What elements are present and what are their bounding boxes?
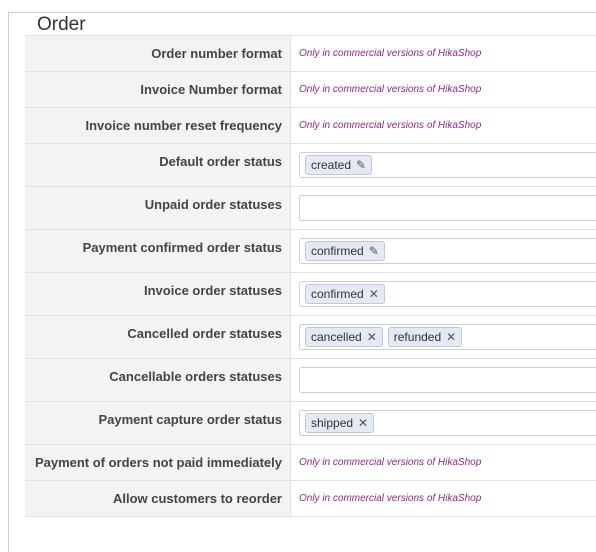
- setting-label: Payment capture order status: [25, 402, 291, 444]
- setting-value: Only in commercial versions of HikaShop: [291, 36, 596, 71]
- setting-value: confirmed ✕: [291, 273, 596, 315]
- settings-row: Payment confirmed order status confirmed ✎: [25, 230, 596, 273]
- settings-row: Payment capture order status shipped ✕: [25, 402, 596, 445]
- status-tag[interactable]: confirmed ✕: [305, 284, 385, 304]
- status-tag-label: shipped: [311, 416, 354, 430]
- setting-value: created ✎: [291, 144, 596, 186]
- setting-value: cancelled ✕ refunded ✕: [291, 316, 596, 358]
- settings-row: Order number format Only in commercial ve…: [25, 36, 596, 72]
- settings-row: Invoice order statuses confirmed ✕: [25, 273, 596, 316]
- commercial-version-note: Only in commercial versions of HikaShop: [299, 493, 482, 504]
- status-tag[interactable]: created ✎: [305, 155, 373, 175]
- remove-icon[interactable]: ✕: [358, 417, 368, 429]
- commercial-version-note: Only in commercial versions of HikaShop: [299, 120, 482, 131]
- setting-value: Only in commercial versions of HikaShop: [291, 108, 596, 143]
- status-tag-label: confirmed: [311, 287, 364, 301]
- status-tag-label: refunded: [393, 330, 442, 344]
- remove-icon[interactable]: ✕: [369, 288, 379, 300]
- status-tag-label: confirmed: [311, 244, 364, 258]
- setting-value: [291, 359, 596, 401]
- order-settings-table: Order number format Only in commercial ve…: [25, 35, 596, 517]
- setting-value: Only in commercial versions of HikaShop: [291, 481, 596, 516]
- setting-label: Invoice Number format: [25, 72, 291, 107]
- settings-row: Cancellable orders statuses: [25, 359, 596, 402]
- status-select-input[interactable]: [299, 195, 596, 221]
- setting-label: Invoice order statuses: [25, 273, 291, 315]
- settings-row: Payment of orders not paid immediately On…: [25, 445, 596, 481]
- settings-row: Invoice Number format Only in commercial …: [25, 72, 596, 108]
- setting-label: Cancelled order statuses: [25, 316, 291, 358]
- setting-label: Order number format: [25, 36, 291, 71]
- setting-value: confirmed ✎: [291, 230, 596, 272]
- status-select-input[interactable]: cancelled ✕ refunded ✕: [299, 324, 596, 350]
- status-tag[interactable]: refunded ✕: [387, 327, 463, 347]
- setting-label: Payment confirmed order status: [25, 230, 291, 272]
- status-select-input[interactable]: [299, 367, 596, 393]
- setting-value: shipped ✕: [291, 402, 596, 444]
- setting-value: Only in commercial versions of HikaShop: [291, 445, 596, 480]
- settings-row: Allow customers to reorder Only in commer…: [25, 481, 596, 517]
- settings-row: Cancelled order statuses cancelled ✕ refund…: [25, 316, 596, 359]
- status-tag-label: cancelled: [311, 330, 362, 344]
- commercial-version-note: Only in commercial versions of HikaShop: [299, 84, 482, 95]
- setting-label: Invoice number reset frequency: [25, 108, 291, 143]
- status-select-input[interactable]: confirmed ✎: [299, 238, 596, 264]
- status-tag[interactable]: shipped ✕: [305, 413, 375, 433]
- status-select-input[interactable]: shipped ✕: [299, 410, 596, 436]
- section-title: Order: [33, 14, 90, 36]
- settings-row: Invoice number reset frequency Only in co…: [25, 108, 596, 144]
- setting-value: [291, 187, 596, 229]
- commercial-version-note: Only in commercial versions of HikaShop: [299, 457, 482, 468]
- setting-label: Payment of orders not paid immediately: [25, 445, 291, 480]
- status-select-input[interactable]: confirmed ✕: [299, 281, 596, 307]
- pencil-icon[interactable]: ✎: [369, 245, 379, 257]
- pencil-icon[interactable]: ✎: [356, 159, 366, 171]
- settings-row: Unpaid order statuses: [25, 187, 596, 230]
- status-tag-label: created: [311, 158, 352, 172]
- commercial-version-note: Only in commercial versions of HikaShop: [299, 48, 482, 59]
- setting-label: Unpaid order statuses: [25, 187, 291, 229]
- setting-label: Allow customers to reorder: [25, 481, 291, 516]
- status-select-input[interactable]: created ✎: [299, 152, 596, 178]
- status-tag[interactable]: cancelled ✕: [305, 327, 383, 347]
- settings-row: Default order status created ✎: [25, 144, 596, 187]
- remove-icon[interactable]: ✕: [367, 331, 377, 343]
- setting-label: Cancellable orders statuses: [25, 359, 291, 401]
- status-tag[interactable]: confirmed ✎: [305, 241, 385, 261]
- setting-value: Only in commercial versions of HikaShop: [291, 72, 596, 107]
- setting-label: Default order status: [25, 144, 291, 186]
- remove-icon[interactable]: ✕: [446, 331, 456, 343]
